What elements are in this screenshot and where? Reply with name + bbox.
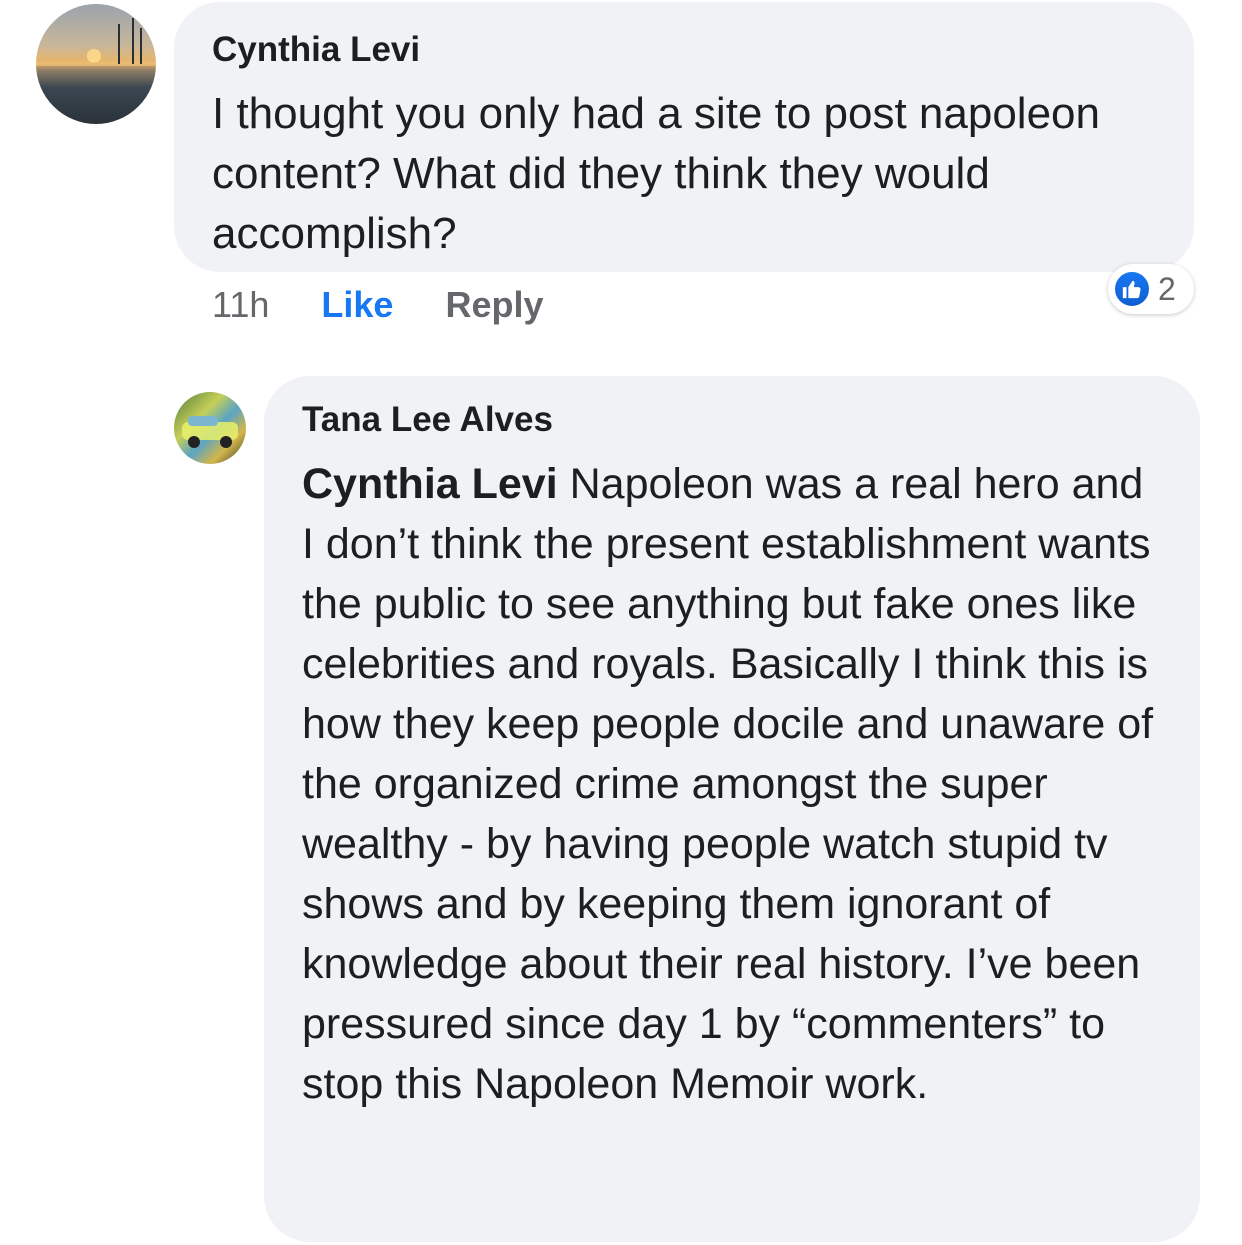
reaction-summary[interactable]: 2 (1108, 264, 1194, 314)
avatar-tana-lee-alves[interactable] (174, 392, 246, 464)
comment-timestamp[interactable]: 11h (212, 284, 269, 326)
reply-button[interactable]: Reply (445, 284, 543, 326)
comment-author[interactable]: Cynthia Levi (212, 28, 1156, 72)
avatar-cynthia-levi[interactable] (36, 4, 156, 124)
comment-bubble: Cynthia Levi I thought you only had a si… (174, 2, 1194, 272)
mention-link[interactable]: Cynthia Levi (302, 460, 558, 508)
reaction-count: 2 (1158, 270, 1176, 307)
comment-text: Cynthia Levi Napoleon was a real hero an… (302, 454, 1162, 1114)
avatar-photo (182, 416, 238, 448)
comment-author[interactable]: Tana Lee Alves (302, 398, 1162, 442)
comment-text-body: Napoleon was a real hero and I don’t thi… (302, 460, 1154, 1108)
comment-text: I thought you only had a site to post na… (212, 89, 1100, 258)
comment-actions: 11h Like Reply (212, 280, 544, 330)
like-button[interactable]: Like (321, 284, 393, 326)
thumbs-up-icon (1112, 269, 1152, 309)
reply-bubble: Tana Lee Alves Cynthia Levi Napoleon was… (264, 376, 1200, 1242)
avatar-photo (36, 18, 156, 66)
